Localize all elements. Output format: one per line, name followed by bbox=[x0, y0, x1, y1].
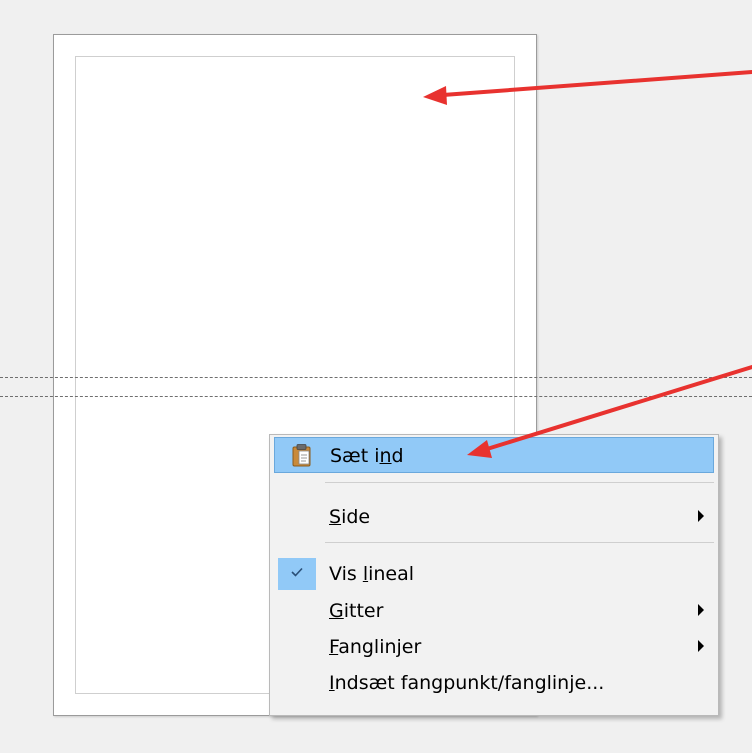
snap-line-bottom[interactable] bbox=[0, 396, 752, 397]
snap-line-top[interactable] bbox=[0, 377, 752, 378]
menu-separator bbox=[325, 542, 714, 543]
clipboard-paste-icon bbox=[291, 443, 313, 471]
menu-item-indsaet-fangpunkt[interactable]: Indsæt fangpunkt/fanglinje... bbox=[274, 665, 714, 701]
menu-item-vis-lineal[interactable]: Vis lineal bbox=[274, 556, 714, 592]
menu-item-indsaet-fangpunkt-label: Indsæt fangpunkt/fanglinje... bbox=[329, 671, 604, 695]
context-menu: Sæt ind Side Vis lineal Gitter Fanglinje… bbox=[269, 434, 719, 716]
menu-item-side-label: Side bbox=[329, 505, 370, 529]
gitter-label-part-end: itter bbox=[343, 600, 384, 622]
paste-label-part-end: d bbox=[391, 445, 404, 467]
submenu-arrow-icon bbox=[698, 604, 704, 616]
fanglinjer-label-accelerator: F bbox=[329, 636, 339, 658]
paste-label-part: Sæt i bbox=[330, 445, 380, 467]
menu-separator bbox=[325, 482, 714, 483]
menu-item-fanglinjer[interactable]: Fanglinjer bbox=[274, 629, 714, 665]
menu-item-paste[interactable]: Sæt ind bbox=[274, 437, 714, 473]
fanglinjer-label-part-end: anglinjer bbox=[338, 636, 422, 658]
menu-item-fanglinjer-label: Fanglinjer bbox=[329, 635, 421, 659]
submenu-arrow-icon bbox=[698, 640, 704, 652]
side-label-accelerator: S bbox=[329, 506, 342, 528]
menu-item-gitter-label: Gitter bbox=[329, 599, 383, 623]
side-label-part-end: ide bbox=[341, 506, 371, 528]
checkmark-icon bbox=[278, 558, 316, 590]
menu-item-gitter[interactable]: Gitter bbox=[274, 593, 714, 629]
gitter-label-accelerator: G bbox=[329, 600, 344, 622]
menu-item-vis-lineal-label: Vis lineal bbox=[329, 562, 414, 586]
paste-label-accelerator: n bbox=[379, 445, 392, 467]
menu-item-side[interactable]: Side bbox=[274, 499, 714, 535]
menu-item-paste-label: Sæt ind bbox=[330, 444, 404, 468]
vis-lineal-label-part: Vis bbox=[329, 563, 363, 585]
indsaet-label-part-end: ndsæt fangpunkt/fanglinje... bbox=[334, 672, 605, 694]
submenu-arrow-icon bbox=[698, 510, 704, 522]
vis-lineal-label-part-end: ineal bbox=[368, 563, 415, 585]
